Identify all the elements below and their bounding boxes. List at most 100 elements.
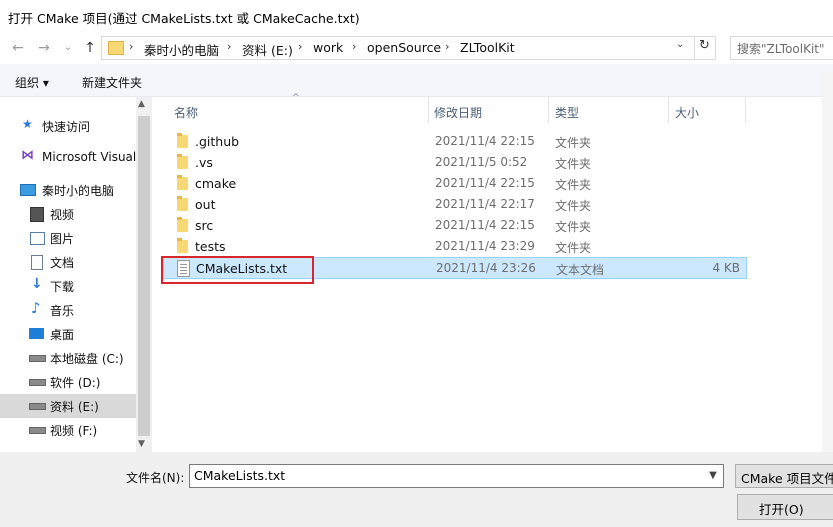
sidebar-item-music[interactable]: ♪ 音乐 — [0, 298, 136, 322]
sidebar-item-label: 本地磁盘 (C:) — [50, 352, 124, 366]
breadcrumb-separator-icon: › — [298, 40, 303, 53]
sidebar-item-label: Microsoft Visual — [42, 150, 137, 164]
open-button-label: 打开(O) — [759, 502, 804, 517]
file-type: 文件夹 — [555, 199, 592, 213]
forward-arrow-icon[interactable]: → — [34, 38, 54, 58]
sidebar-item-documents[interactable]: 文档 — [0, 250, 136, 274]
file-name: src — [195, 218, 214, 233]
folder-icon — [177, 217, 188, 232]
drive-icon — [29, 427, 46, 434]
filename-input[interactable]: CMakeLists.txt — [189, 464, 724, 488]
breadcrumb-separator-icon: › — [352, 40, 357, 53]
back-arrow-icon[interactable]: ← — [8, 38, 28, 58]
column-divider[interactable] — [668, 97, 669, 123]
sidebar-item-label: 快速访问 — [42, 120, 91, 134]
breadcrumb-item[interactable]: openSource — [367, 40, 441, 55]
new-folder-button[interactable]: 新建文件夹 — [82, 74, 142, 91]
sidebar-item-drive-e[interactable]: 资料 (E:) — [0, 394, 136, 418]
download-icon: ↓ — [31, 276, 43, 292]
breadcrumb-separator-icon: › — [129, 40, 134, 53]
column-divider[interactable] — [548, 97, 549, 123]
file-type: 文件夹 — [555, 136, 592, 150]
sidebar-item-label: 视频 — [50, 208, 75, 222]
scroll-up-icon[interactable]: ▲ — [138, 99, 145, 109]
desktop-icon — [29, 328, 44, 339]
sort-ascending-icon: ^ — [292, 93, 300, 103]
breadcrumb-item[interactable]: ZLToolKit — [460, 40, 515, 55]
sidebar-item-quick-access[interactable]: ★ 快速访问 — [0, 114, 136, 138]
column-header-type[interactable]: 类型 — [555, 104, 579, 121]
file-date: 2021/11/4 23:26 — [436, 261, 536, 275]
file-type-filter-select[interactable]: CMake 项目文件 — [735, 464, 833, 488]
file-name: out — [195, 197, 216, 212]
drive-icon — [29, 403, 46, 410]
column-header-size[interactable]: 大小 — [675, 104, 699, 121]
up-arrow-icon[interactable]: ↑ — [80, 38, 100, 58]
video-icon — [30, 207, 44, 222]
file-name: cmake — [195, 176, 237, 191]
file-date: 2021/11/4 22:15 — [435, 176, 535, 190]
file-type: 文本文档 — [556, 263, 605, 277]
search-box[interactable]: 搜索"ZLToolKit" — [730, 36, 833, 60]
file-name: tests — [195, 239, 226, 254]
sidebar-item-videos[interactable]: 视频 — [0, 202, 136, 226]
file-date: 2021/11/4 22:15 — [435, 218, 535, 232]
file-name: .vs — [195, 155, 213, 170]
scroll-down-icon[interactable]: ▼ — [138, 439, 145, 449]
breadcrumb-item[interactable]: work — [313, 40, 343, 55]
column-header-name[interactable]: 名称 — [174, 104, 198, 121]
folder-icon — [177, 154, 188, 169]
breadcrumb-item[interactable]: 资料 (E:) — [242, 40, 293, 59]
search-input[interactable]: 搜索"ZLToolKit" — [737, 40, 825, 57]
file-size: 4 KB — [712, 261, 740, 275]
sidebar-item-pictures[interactable]: 图片 — [0, 226, 136, 250]
sidebar-item-label: 文档 — [50, 256, 75, 270]
file-type: 文件夹 — [555, 178, 592, 192]
drive-icon — [29, 355, 46, 362]
column-divider[interactable] — [745, 97, 746, 123]
address-dropdown-icon[interactable]: ⌄ — [676, 39, 684, 50]
address-bar[interactable]: › 秦时小的电脑 › 资料 (E:) › work › openSource ›… — [101, 36, 716, 60]
sidebar-item-label: 图片 — [50, 232, 75, 246]
file-row[interactable]: tests 2021/11/4 23:29 文件夹 — [163, 236, 745, 257]
column-divider[interactable] — [428, 97, 429, 123]
sidebar-item-drive-d[interactable]: 软件 (D:) — [0, 370, 136, 394]
refresh-icon[interactable]: ↻ — [699, 38, 710, 53]
file-row[interactable]: cmake 2021/11/4 22:15 文件夹 — [163, 173, 745, 194]
sidebar-item-label: 资料 (E:) — [50, 400, 99, 414]
music-icon: ♪ — [31, 299, 41, 317]
sidebar-item-this-pc[interactable]: 秦时小的电脑 — [0, 178, 136, 202]
file-date: 2021/11/5 0:52 — [435, 155, 528, 169]
sidebar-item-label: 秦时小的电脑 — [42, 184, 115, 198]
folder-icon — [177, 238, 188, 253]
file-type: 文件夹 — [555, 241, 592, 255]
sidebar-item-label: 下载 — [50, 280, 75, 294]
column-header-date[interactable]: 修改日期 — [434, 104, 482, 121]
file-date: 2021/11/4 22:17 — [435, 197, 535, 211]
file-row[interactable]: .github 2021/11/4 22:15 文件夹 — [163, 131, 745, 152]
breadcrumb-separator-icon: › — [445, 40, 450, 53]
drive-icon — [29, 379, 46, 386]
filename-dropdown-icon[interactable]: ▼ — [704, 465, 722, 487]
open-button[interactable]: 打开(O) — [737, 494, 833, 520]
sidebar-item-label: 视频 (F:) — [50, 424, 98, 438]
sidebar-item-drive-c[interactable]: 本地磁盘 (C:) — [0, 346, 136, 370]
sidebar-item-drive-f[interactable]: 视频 (F:) — [0, 418, 136, 442]
visual-studio-icon: ⋈ — [21, 148, 34, 163]
highlight-annotation-box — [161, 256, 314, 284]
sidebar-item-label: 桌面 — [50, 328, 75, 342]
breadcrumb-item[interactable]: 秦时小的电脑 — [144, 40, 219, 59]
file-type: 文件夹 — [555, 220, 592, 234]
recent-locations-chevron-icon[interactable]: ⌄ — [58, 38, 78, 58]
sidebar-item-visual-studio[interactable]: ⋈ Microsoft Visual — [0, 146, 136, 170]
organize-menu-button[interactable]: 组织 ▾ — [15, 74, 49, 91]
file-date: 2021/11/4 22:15 — [435, 134, 535, 148]
sidebar-item-desktop[interactable]: 桌面 — [0, 322, 136, 346]
sidebar-item-downloads[interactable]: ↓ 下载 — [0, 274, 136, 298]
file-row[interactable]: out 2021/11/4 22:17 文件夹 — [163, 194, 745, 215]
scrollbar-thumb[interactable] — [138, 116, 150, 436]
file-row[interactable]: .vs 2021/11/5 0:52 文件夹 — [163, 152, 745, 173]
computer-icon — [20, 184, 36, 196]
file-row[interactable]: src 2021/11/4 22:15 文件夹 — [163, 215, 745, 236]
filename-label: 文件名(N): — [126, 471, 185, 485]
